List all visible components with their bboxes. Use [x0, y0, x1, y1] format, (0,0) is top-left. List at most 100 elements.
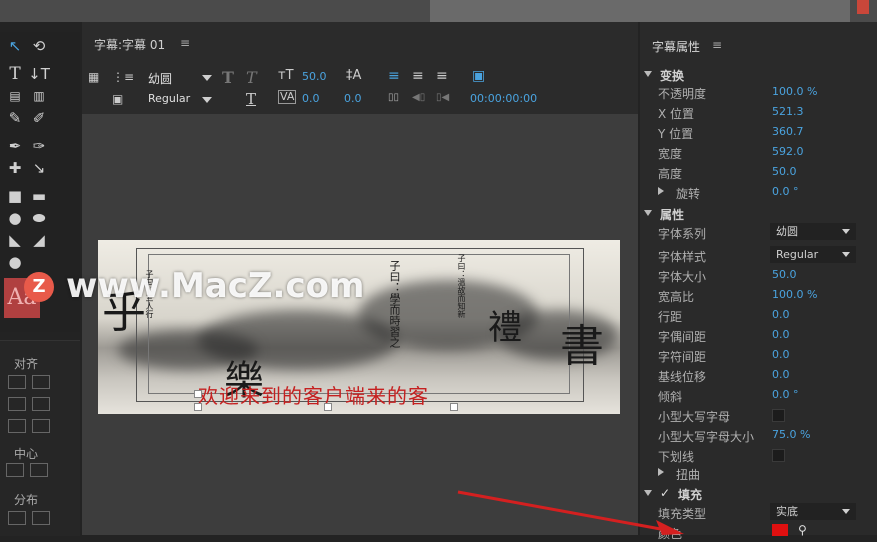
- align-top-icon[interactable]: [8, 397, 26, 411]
- vertical-area-type-tool-icon[interactable]: ▥: [28, 86, 50, 106]
- resize-handle[interactable]: [450, 403, 458, 411]
- kerning-value[interactable]: 0.0: [772, 328, 790, 341]
- selection-tool-icon[interactable]: ↖: [4, 36, 26, 56]
- y-position-value[interactable]: 360.7: [772, 125, 804, 138]
- attributes-section[interactable]: 属性: [640, 203, 877, 223]
- vertical-path-type-tool-icon[interactable]: ✐: [28, 108, 50, 128]
- font-size-value[interactable]: 50.0: [302, 70, 327, 83]
- align-center-text-icon[interactable]: ≡: [412, 68, 424, 84]
- next-frame-icon[interactable]: ▯◀: [436, 92, 449, 103]
- italic-icon[interactable]: T: [246, 68, 257, 87]
- wedge-tool-icon[interactable]: ◣: [4, 230, 26, 250]
- title-text-object[interactable]: 欢迎来到的客户端来的客: [198, 380, 429, 409]
- align-middle-icon[interactable]: [8, 419, 26, 433]
- fill-section[interactable]: ✓ 填充: [640, 483, 877, 503]
- font-style-dropdown-icon[interactable]: [202, 97, 212, 103]
- attributes-label: 属性: [660, 208, 685, 222]
- underline-checkbox[interactable]: [772, 449, 785, 462]
- transform-section[interactable]: 变换: [640, 64, 877, 84]
- baseline-value[interactable]: 0.0: [772, 368, 790, 381]
- templates-icon[interactable]: ▣: [112, 92, 123, 106]
- small-caps-row: 小型大写字母: [640, 405, 877, 425]
- height-value[interactable]: 50.0: [772, 165, 797, 178]
- color-label: 颜色: [658, 527, 683, 541]
- font-family-select[interactable]: 幼圆: [148, 70, 172, 87]
- rounded-corner-tool-icon[interactable]: ⬬: [28, 208, 50, 228]
- bold-icon[interactable]: T: [222, 68, 234, 87]
- font-style-select[interactable]: Regular: [148, 92, 190, 105]
- distort-row[interactable]: 扭曲: [640, 463, 877, 483]
- center-vertical-icon[interactable]: [30, 463, 48, 477]
- arc-tool-icon[interactable]: ◢: [28, 230, 50, 250]
- fill-type-select[interactable]: 实底: [770, 503, 856, 520]
- add-anchor-tool-icon[interactable]: ✚: [4, 158, 26, 178]
- tab-stops-icon[interactable]: ▯▯: [388, 92, 399, 103]
- rotation-row[interactable]: 旋转 0.0 °: [640, 182, 877, 202]
- roll-crawl-icon[interactable]: ⋮≡: [112, 70, 134, 84]
- y-position-label: Y 位置: [658, 127, 694, 141]
- height-label: 高度: [658, 167, 683, 181]
- tracking-label: 字符间距: [658, 350, 707, 364]
- align-bottom-icon[interactable]: [32, 397, 50, 411]
- expand-icon[interactable]: [644, 71, 652, 77]
- expand-icon[interactable]: [644, 210, 652, 216]
- vertical-type-tool-icon[interactable]: ↓T: [28, 64, 50, 84]
- panel-menu-icon[interactable]: ≡: [180, 36, 190, 50]
- leading-value[interactable]: 0.0: [772, 308, 790, 321]
- align-center-vertical-icon[interactable]: [32, 375, 50, 389]
- expand-icon[interactable]: [644, 490, 652, 496]
- new-title-icon[interactable]: ▦: [88, 70, 99, 84]
- delete-anchor-tool-icon[interactable]: ✑: [28, 136, 50, 156]
- align-left-icon[interactable]: [8, 375, 26, 389]
- path-type-tool-icon[interactable]: ✎: [4, 108, 26, 128]
- leading-value[interactable]: 0.0: [344, 92, 362, 105]
- kerning-value[interactable]: 0.0: [302, 92, 320, 105]
- width-value[interactable]: 592.0: [772, 145, 804, 158]
- convert-anchor-tool-icon[interactable]: ↘: [28, 158, 50, 178]
- ellipse-small-tool-icon[interactable]: ●: [4, 252, 26, 272]
- fill-color-swatch[interactable]: [772, 524, 788, 536]
- opacity-value[interactable]: 100.0 %: [772, 85, 817, 98]
- fill-checkbox[interactable]: ✓: [660, 486, 670, 500]
- prev-frame-icon[interactable]: ◀▯: [412, 92, 425, 103]
- font-family-dropdown-icon[interactable]: [202, 75, 212, 81]
- timecode-value[interactable]: 00:00:00:00: [470, 92, 537, 105]
- align-right-icon[interactable]: [32, 419, 50, 433]
- close-window-button[interactable]: [857, 0, 869, 14]
- align-left-text-icon[interactable]: ≡: [388, 68, 400, 84]
- font-style-select[interactable]: Regular: [770, 246, 856, 263]
- show-background-icon[interactable]: ▣: [472, 68, 485, 84]
- collapse-icon[interactable]: [658, 187, 664, 195]
- rotation-value[interactable]: 0.0 °: [772, 185, 799, 198]
- underline-icon[interactable]: T: [246, 90, 256, 108]
- resize-handle[interactable]: [194, 390, 202, 398]
- resize-handle[interactable]: [324, 403, 332, 411]
- slant-value[interactable]: 0.0 °: [772, 388, 799, 401]
- font-family-select[interactable]: 幼圆: [770, 223, 856, 240]
- center-horizontal-icon[interactable]: [6, 463, 24, 477]
- small-caps-checkbox[interactable]: [772, 409, 785, 422]
- small-caps-size-value[interactable]: 75.0 %: [772, 428, 810, 441]
- ellipse-tool-icon[interactable]: ●: [4, 208, 26, 228]
- type-tool-icon[interactable]: T: [4, 64, 26, 84]
- font-family-label: 字体系列: [658, 227, 707, 241]
- panel-menu-icon[interactable]: ≡: [712, 38, 722, 52]
- rotation-tool-icon[interactable]: ⟲: [28, 36, 50, 56]
- distribute-center-icon[interactable]: [32, 511, 50, 525]
- area-type-tool-icon[interactable]: ▤: [4, 86, 26, 106]
- distribute-left-icon[interactable]: [8, 511, 26, 525]
- rounded-rectangle-tool-icon[interactable]: ▬: [28, 186, 50, 206]
- aspect-value[interactable]: 100.0 %: [772, 288, 817, 301]
- resize-handle[interactable]: [194, 403, 202, 411]
- tracking-value[interactable]: 0.0: [772, 348, 790, 361]
- slant-label: 倾斜: [658, 390, 683, 404]
- align-right-text-icon[interactable]: ≡: [436, 68, 448, 84]
- collapse-icon[interactable]: [658, 468, 664, 476]
- pen-tool-icon[interactable]: ✒: [4, 136, 26, 156]
- x-position-value[interactable]: 521.3: [772, 105, 804, 118]
- title-stage[interactable]: 禮 樂 乎 書 子曰：學而時習之 子曰：三人行 子曰：溫故而知新 欢迎来到的客户…: [24, 114, 638, 535]
- font-size-row: 字体大小 50.0: [640, 265, 877, 285]
- leading-icon: ‡A: [346, 68, 362, 83]
- rectangle-tool-icon[interactable]: ■: [4, 186, 26, 206]
- font-size-value[interactable]: 50.0: [772, 268, 797, 281]
